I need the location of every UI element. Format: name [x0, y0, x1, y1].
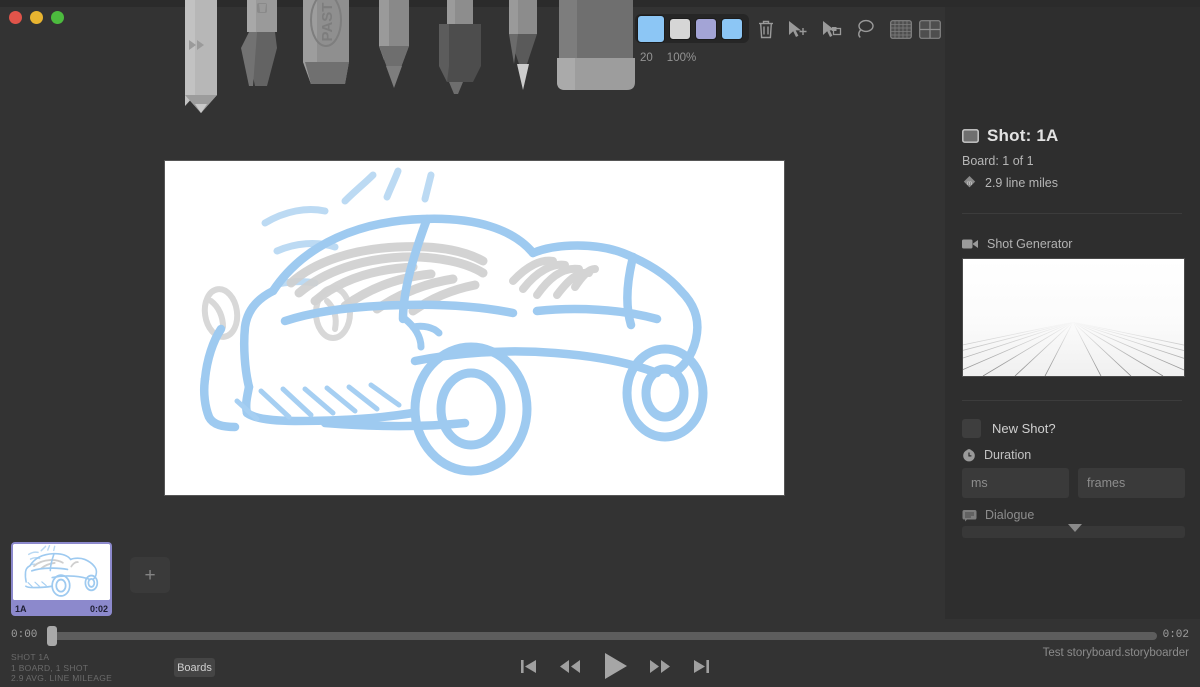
- camera-icon: [962, 238, 978, 250]
- chevron-down-icon[interactable]: [1068, 524, 1082, 532]
- shot-generator-preview[interactable]: [962, 258, 1185, 377]
- pastel-barrel-text: PAST: [319, 3, 336, 42]
- color-swatch-group[interactable]: [635, 14, 749, 43]
- grid-thirds-icon[interactable]: [919, 19, 941, 39]
- edit-tool-group[interactable]: [758, 14, 874, 44]
- timeline-playhead[interactable]: [47, 626, 57, 646]
- duration-fields[interactable]: ms frames: [962, 468, 1185, 498]
- drawing-tool-palette[interactable]: PAST: [173, 0, 635, 113]
- brush-settings: 20 100%: [640, 52, 760, 68]
- maximize-window-button[interactable]: [51, 10, 64, 24]
- clear-icon[interactable]: [758, 20, 774, 39]
- shot-generator-label-row: Shot Generator: [962, 237, 1072, 251]
- brush-opacity-value[interactable]: 100%: [667, 52, 696, 68]
- project-filename: Test storyboard.storyboarder: [1042, 647, 1189, 659]
- timeline-track[interactable]: [47, 632, 1157, 640]
- board-duration-label: 0:02: [89, 604, 108, 614]
- transport-controls[interactable]: [520, 652, 710, 680]
- board-canvas[interactable]: [165, 161, 784, 495]
- status-line-2: 1 BOARD, 1 SHOT: [11, 662, 89, 673]
- duration-ms-input[interactable]: ms: [962, 468, 1069, 498]
- duration-label-row: Duration: [962, 448, 1031, 462]
- tool-pencil[interactable]: [363, 0, 425, 113]
- add-board-button[interactable]: +: [130, 557, 170, 593]
- line-miles-row: m 2.9 line miles: [962, 175, 1058, 190]
- duration-label: Duration: [984, 448, 1032, 462]
- dialogue-label-row: Dialogue: [962, 508, 1034, 522]
- grid-fine-icon[interactable]: [890, 19, 912, 39]
- shot-title-text: Shot: 1A: [987, 126, 1059, 145]
- tool-pastel[interactable]: PAST: [293, 0, 363, 113]
- tool-marker[interactable]: [425, 0, 491, 113]
- line-miles-text: 2.9 line miles: [985, 175, 1058, 190]
- sidebar-divider-1: [962, 213, 1182, 214]
- board-meta: 1A 0:02: [15, 604, 108, 614]
- window-controls[interactable]: [9, 10, 69, 24]
- sidebar-divider-2: [962, 400, 1182, 401]
- tool-brush[interactable]: [229, 0, 293, 113]
- dialogue-label: Dialogue: [985, 508, 1035, 522]
- close-window-button[interactable]: [9, 10, 22, 24]
- clock-icon: [962, 448, 976, 462]
- status-line-1: SHOT 1A: [11, 652, 50, 662]
- skip-to-start-icon[interactable]: [520, 658, 537, 675]
- status-line-3: 2.9 AVG. LINE MILEAGE: [11, 673, 113, 683]
- new-shot-checkbox[interactable]: [962, 419, 981, 438]
- duration-frames-input[interactable]: frames: [1078, 468, 1185, 498]
- line-miles-icon: m: [962, 175, 977, 190]
- fast-forward-icon[interactable]: [649, 659, 671, 674]
- swatch-1[interactable]: [637, 14, 665, 43]
- play-icon[interactable]: [603, 652, 628, 680]
- swatch-3[interactable]: [695, 17, 717, 40]
- board-counter: Board: 1 of 1: [962, 154, 1034, 168]
- tool-eraser[interactable]: [551, 0, 641, 113]
- speech-bubble-icon: [962, 509, 977, 522]
- perspective-grid: [963, 259, 1184, 376]
- boards-button[interactable]: Boards: [174, 658, 215, 677]
- board-icon: [962, 129, 979, 143]
- svg-text:m: m: [967, 181, 972, 187]
- new-shot-label: New Shot?: [992, 421, 1056, 436]
- timeline-start-time: 0:00: [11, 629, 38, 641]
- storyboarder-window: PAST 20 100% Shot: 1A Board: 1 of 1 m 2.…: [0, 0, 1200, 687]
- skip-to-end-icon[interactable]: [693, 658, 710, 675]
- move-contents-icon[interactable]: [787, 20, 808, 39]
- rewind-icon[interactable]: [559, 659, 581, 674]
- swatch-4[interactable]: [721, 17, 743, 40]
- scale-contents-icon[interactable]: [821, 20, 842, 39]
- new-shot-row[interactable]: New Shot?: [962, 419, 1056, 438]
- timeline-end-time: 0:02: [1162, 629, 1189, 641]
- plus-icon: +: [144, 564, 156, 586]
- tool-pen[interactable]: [491, 0, 551, 113]
- brush-size-value[interactable]: 20: [640, 52, 653, 68]
- board-thumbnail[interactable]: [13, 544, 110, 600]
- shot-generator-label: Shot Generator: [987, 237, 1073, 251]
- tool-light-pencil[interactable]: [173, 0, 229, 113]
- shot-title: Shot: 1A: [962, 126, 1058, 146]
- status-text: SHOT 1A 1 BOARD, 1 SHOT 2.9 AVG. LINE MI…: [11, 652, 112, 684]
- board-list-item[interactable]: 1A 0:02: [11, 542, 112, 616]
- swatch-2[interactable]: [669, 17, 691, 40]
- board-shot-label: 1A: [15, 604, 27, 614]
- minimize-window-button[interactable]: [30, 10, 43, 24]
- boards-button-label: Boards: [177, 661, 212, 674]
- lasso-icon[interactable]: [855, 19, 875, 39]
- car-sketch: [165, 161, 784, 495]
